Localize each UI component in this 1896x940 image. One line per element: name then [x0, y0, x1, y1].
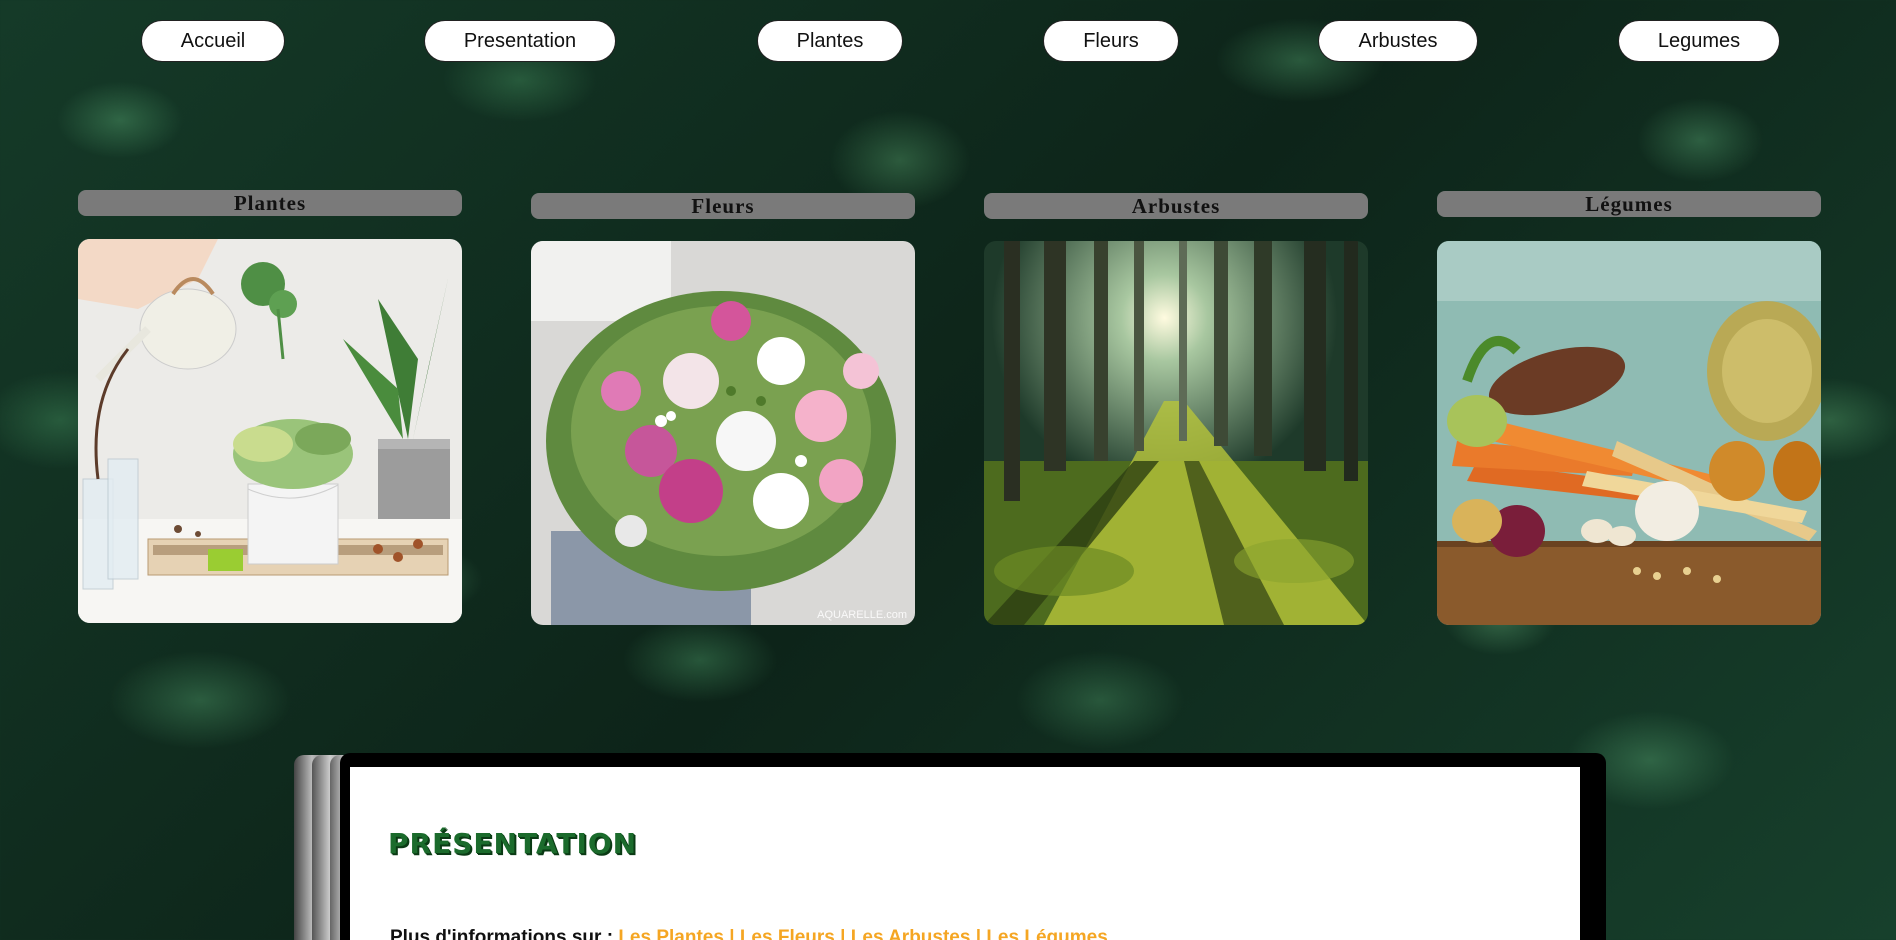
link-les-arbustes[interactable]: Les Arbustes: [851, 927, 971, 940]
flower-bouquet-photo[interactable]: AQUARELLE.com: [531, 241, 915, 625]
link-separator: |: [975, 927, 982, 940]
link-les-plantes[interactable]: Les Plantes: [618, 927, 724, 940]
link-les-legumes[interactable]: Les Légumes: [986, 927, 1107, 940]
card-title-fleurs: Fleurs: [531, 193, 915, 219]
more-info-line: Plus d'informations sur : Les Plantes | …: [390, 927, 1108, 940]
nav-fleurs-button[interactable]: Fleurs: [1043, 20, 1179, 62]
presentation-title: PRÉSENTATION: [388, 827, 638, 860]
aquarelle-watermark: AQUARELLE.com: [817, 609, 907, 621]
link-les-fleurs[interactable]: Les Fleurs: [740, 927, 835, 940]
sunlit-forest-photo[interactable]: [984, 241, 1368, 625]
link-separator: |: [840, 927, 846, 940]
card-title-legumes: Légumes: [1437, 191, 1821, 217]
category-card-fleurs: Fleurs AQUARELLE.com: [531, 193, 915, 625]
nav-plantes-button[interactable]: Plantes: [757, 20, 903, 62]
card-title-arbustes: Arbustes: [984, 193, 1368, 219]
category-card-legumes: Légumes: [1437, 191, 1821, 625]
category-card-plantes: Plantes: [78, 190, 462, 623]
more-info-label: Plus d'informations sur :: [390, 927, 614, 940]
presentation-panel: PRÉSENTATION Plus d'informations sur : L…: [350, 767, 1580, 940]
nav-presentation-button[interactable]: Presentation: [424, 20, 616, 62]
category-card-arbustes: Arbustes: [984, 193, 1368, 625]
nav-arbustes-button[interactable]: Arbustes: [1318, 20, 1478, 62]
nav-legumes-button[interactable]: Legumes: [1618, 20, 1780, 62]
nav-accueil-button[interactable]: Accueil: [141, 20, 285, 62]
link-separator: |: [729, 927, 735, 940]
vegetables-photo[interactable]: [1437, 241, 1821, 625]
houseplants-watering-photo[interactable]: [78, 239, 462, 623]
card-title-plantes: Plantes: [78, 190, 462, 216]
